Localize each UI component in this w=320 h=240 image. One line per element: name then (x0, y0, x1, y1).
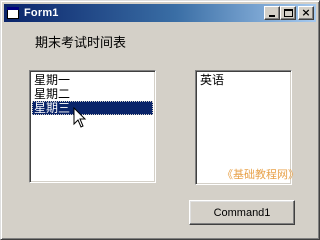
app-icon[interactable] (6, 6, 20, 20)
close-button[interactable]: × (298, 6, 314, 20)
minimize-button[interactable] (264, 6, 280, 20)
schedule-heading: 期末考试时间表 (35, 36, 127, 51)
command1-label: Command1 (213, 206, 271, 219)
title-bar[interactable]: Form1 × (4, 4, 316, 22)
mouse-cursor-icon (73, 107, 87, 128)
list-item-english[interactable]: 英语 (198, 73, 289, 87)
caption-buttons: × (264, 6, 314, 20)
close-icon: × (301, 6, 311, 19)
day-listbox[interactable]: 星期一 星期二 星期三 (29, 70, 156, 183)
minimize-icon (269, 15, 275, 17)
command1-button[interactable]: Command1 (189, 200, 295, 225)
list-item-tuesday[interactable]: 星期二 (32, 87, 153, 101)
list-item-monday[interactable]: 星期一 (32, 73, 153, 87)
watermark-text: 《基础教程网》 (222, 168, 299, 181)
maximize-icon (284, 9, 293, 17)
form-window: Form1 × 期末考试时间表 星期一 星期二 星期三 英语 《基础教程网》 C… (0, 0, 320, 240)
list-item-wednesday[interactable]: 星期三 (32, 101, 153, 115)
window-title: Form1 (24, 7, 59, 19)
maximize-button[interactable] (280, 6, 296, 20)
